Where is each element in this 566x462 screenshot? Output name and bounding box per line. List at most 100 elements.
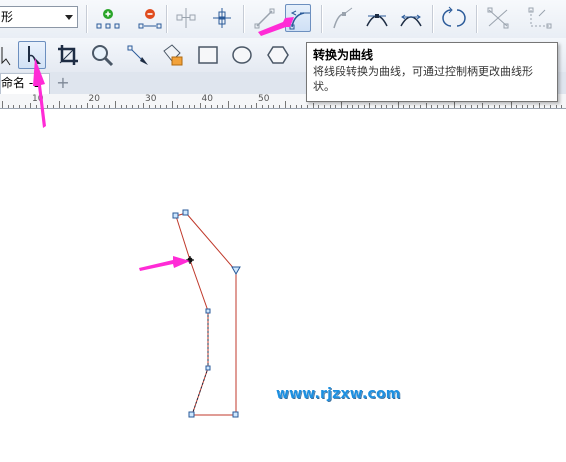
tooltip-title: 转换为曲线 (313, 48, 374, 62)
ellipse-icon (232, 46, 252, 64)
ruler-label: 10 (32, 94, 44, 104)
ruler-tick (143, 103, 145, 108)
join-nodes-button[interactable] (173, 4, 199, 32)
ruler-tick (41, 105, 43, 108)
polygon-icon (267, 46, 289, 64)
ruler-tick (228, 101, 229, 108)
ruler-tick (137, 105, 139, 108)
rectangle-icon (198, 46, 218, 64)
add-node-icon (96, 9, 120, 29)
extract-subpath-button[interactable] (485, 4, 511, 32)
ruler-tick (555, 105, 557, 108)
freehand-tool[interactable] (124, 41, 152, 69)
ruler-tick (2, 101, 3, 108)
curve-node[interactable] (205, 308, 211, 314)
ruler-tick (329, 105, 331, 108)
crop-tool[interactable] (54, 41, 82, 69)
extend-curve-button[interactable] (527, 4, 553, 32)
ruler-tick (397, 101, 399, 108)
watermark-text: www.rjzxw.com (276, 386, 401, 402)
crop-icon (58, 45, 78, 65)
ruler-tick (335, 105, 337, 108)
ruler-tick (386, 105, 388, 108)
pick-arrow-icon (1, 47, 11, 66)
tooltip: 转换为曲线 将线段转换为曲线，可通过控制柄更改曲线形状。 (306, 42, 558, 102)
ruler-tick (52, 105, 54, 108)
to-line-icon (254, 8, 275, 29)
ruler-tick (256, 103, 258, 108)
drawing-canvas[interactable]: www.rjzxw.com (0, 109, 566, 462)
ruler-tick (544, 105, 546, 108)
ruler-tick (414, 105, 416, 108)
ruler-tick (357, 105, 359, 108)
convert-to-curve-button[interactable] (285, 4, 311, 32)
symmetrical-node-button[interactable] (398, 4, 424, 32)
ruler-tick (307, 105, 309, 108)
chevron-down-icon[interactable] (65, 15, 73, 20)
curve-node[interactable] (182, 209, 189, 216)
property-bar: 形 (0, 0, 566, 39)
ruler-tick (115, 101, 116, 108)
shape-select-value: 形 (1, 10, 14, 24)
smart-fill-tool[interactable] (158, 41, 186, 69)
ruler-tick (284, 101, 286, 108)
ruler-tick (442, 105, 444, 108)
extend-curve-icon (528, 7, 552, 29)
toolbar-separator (86, 5, 88, 33)
smart-fill-icon (163, 44, 183, 66)
crosshair-cursor-icon (186, 256, 194, 264)
join-nodes-icon (176, 8, 196, 28)
ruler-tick (75, 105, 77, 108)
break-curve-button[interactable] (209, 4, 235, 32)
ruler-tick (86, 103, 88, 108)
curve-node[interactable] (232, 411, 239, 418)
ruler-tick (527, 105, 529, 108)
reverse-direction-button[interactable] (441, 4, 467, 32)
ruler-tick (24, 105, 26, 108)
ruler-tick (182, 105, 184, 108)
ruler-tick (431, 105, 433, 108)
ruler-tick (58, 101, 60, 108)
ruler-tick (465, 105, 467, 108)
add-nodes-button[interactable] (95, 4, 121, 32)
ruler-tick (211, 105, 213, 108)
ellipse-tool[interactable] (228, 41, 256, 69)
selected-curve[interactable] (175, 212, 237, 416)
ruler-tick (13, 105, 15, 108)
ruler-tick (374, 105, 376, 108)
ruler-tick (487, 105, 489, 108)
convert-to-line-button[interactable] (252, 4, 278, 32)
curve-drawing (172, 209, 241, 418)
delete-nodes-button[interactable] (137, 4, 163, 32)
ruler-tick (205, 105, 207, 108)
ruler-tick (171, 101, 173, 108)
toolbar-separator (166, 5, 168, 33)
start-node-marker[interactable] (231, 266, 241, 276)
ruler-tick (148, 105, 150, 108)
ruler-label: 30 (145, 94, 157, 104)
shape-select[interactable]: 形 (0, 6, 78, 28)
curve-node[interactable] (205, 365, 211, 371)
cusp-node-button[interactable] (330, 4, 356, 32)
curve-node[interactable] (188, 411, 195, 418)
pick-tool[interactable] (0, 41, 20, 69)
ruler-tick (132, 105, 133, 108)
ruler-tick (278, 105, 280, 108)
curve-node[interactable] (172, 212, 179, 219)
rectangle-tool[interactable] (194, 41, 222, 69)
document-tab[interactable]: 命名 -1 (0, 73, 50, 94)
reverse-direction-icon (442, 6, 466, 27)
ruler-tick (216, 105, 218, 108)
ruler-tick (459, 105, 461, 108)
ruler-tick (98, 105, 100, 108)
polygon-tool[interactable] (264, 41, 292, 69)
smooth-node-button[interactable] (364, 4, 390, 32)
ruler-tick (352, 105, 354, 108)
ruler-tick (516, 105, 518, 108)
shape-tool[interactable] (18, 41, 46, 69)
ruler-tick (239, 105, 241, 108)
add-document-icon[interactable]: + (55, 75, 71, 91)
zoom-tool[interactable] (88, 41, 116, 69)
ruler-tick (437, 105, 438, 108)
ruler-tick (160, 105, 162, 108)
